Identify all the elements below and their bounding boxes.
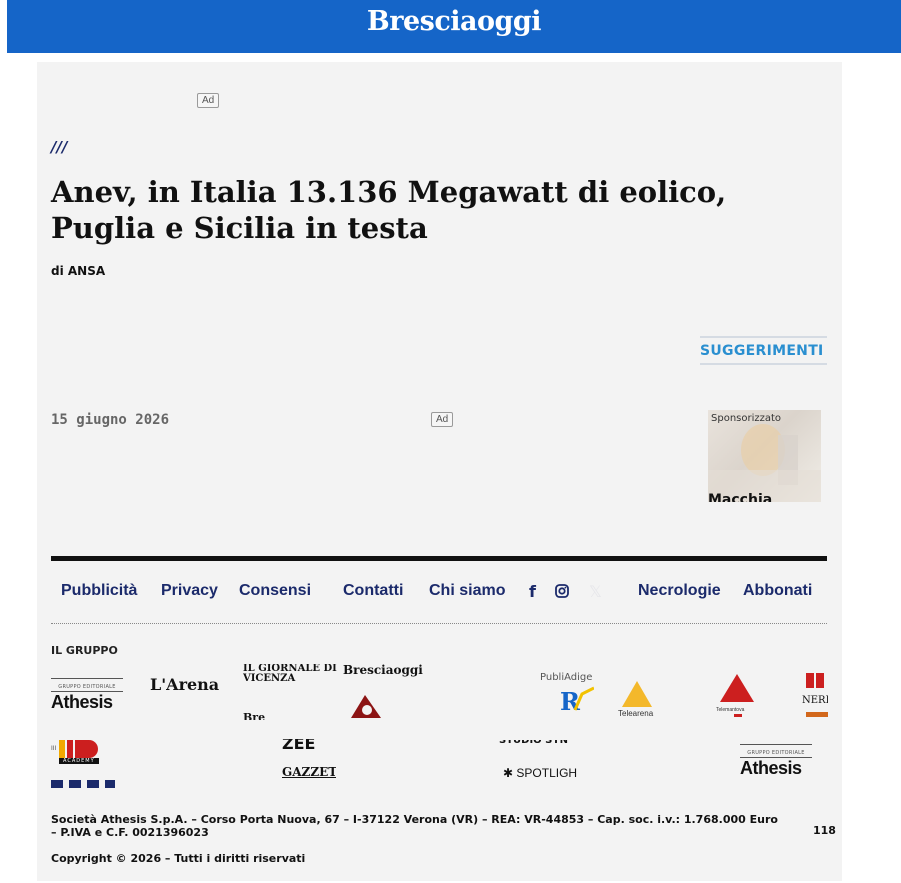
brand-academy-tag: ACADEMY [59, 758, 99, 764]
copyright: Copyright © 2026 – Tutti i diritti riser… [51, 852, 306, 865]
brand-telearena-text: Telearena [618, 709, 654, 717]
brand-neri-pozza-logo[interactable]: NERI PO [802, 671, 828, 717]
site-header: Bresciaoggi [7, 0, 901, 53]
page-content: Ad /// Anev, in Italia 13.136 Megawatt d… [37, 62, 842, 881]
brand-telearena-icon[interactable]: Telearena [618, 679, 658, 717]
article-date: 15 giugno 2026 [51, 412, 170, 428]
footer-link-necrologie[interactable]: Necrologie [638, 582, 721, 600]
instagram-icon[interactable] [555, 583, 569, 602]
sponsored-title[interactable]: Macchia [708, 492, 772, 502]
brand-spotlight-logo[interactable]: ✱ SPOTLIGH [503, 766, 577, 780]
brand-athesis-tag: GRUPPO EDITORIALE [58, 684, 116, 690]
brand-cropped-wordmark[interactable]: STUDIO SYN [499, 740, 571, 745]
brand-neri-pozza-name: NERI PO [802, 695, 828, 706]
brand-athesis-logo-2[interactable]: GRUPPO EDITORIALE Athesis [740, 744, 812, 779]
brand-athesis-name: Athesis [51, 692, 113, 712]
ad-badge[interactable]: Ad [197, 93, 220, 108]
brand-cropped-mark[interactable]: ZEE [282, 739, 332, 749]
brand-publiadige-name[interactable]: PubliAdige [540, 672, 592, 683]
brand-gazzetta-logo[interactable]: GAZZETT [282, 766, 336, 788]
spotlight-icon: ✱ [503, 766, 517, 780]
brand-cropped-logo[interactable]: Bre [243, 712, 318, 720]
brand-red-mark-icon[interactable] [349, 693, 385, 718]
brand-radio-verona-icon[interactable]: R [560, 686, 594, 718]
ad-badge-inline[interactable]: Ad [431, 412, 454, 427]
footer-link-consensi[interactable]: Consensi [239, 582, 311, 600]
brand-academy-logo[interactable]: III ACADEMY [51, 740, 111, 770]
footer-link-abbonati[interactable]: Abbonati [743, 582, 812, 600]
sponsored-label: Sponsorizzato [711, 413, 782, 424]
suggestions-heading: SUGGERIMENTI [700, 336, 827, 365]
brand-spotlight-name: SPOTLIGH [516, 766, 578, 780]
footer-dotted-divider [51, 623, 827, 624]
article-byline: di ANSA [51, 264, 106, 278]
brand-athesis-logo[interactable]: GRUPPO EDITORIALE Athesis [51, 678, 123, 713]
page-number: 118 [813, 824, 836, 837]
brand-giornale-vicenza-logo[interactable]: IL GIORNALE DI VICENZA [243, 664, 343, 692]
brand-telemantova-text: Telemantova [716, 707, 745, 713]
footer-nav: Pubblicità Privacy Consensi Contatti Chi… [51, 582, 827, 606]
sponsored-card[interactable]: Sponsorizzato Macchia [708, 410, 821, 502]
book-icon [806, 673, 824, 688]
footer-link-privacy[interactable]: Privacy [161, 582, 218, 600]
svg-text:III: III [51, 745, 57, 752]
brand-athesis2-tag: GRUPPO EDITORIALE [747, 750, 805, 756]
brand-telemantova-icon[interactable]: Telemantova [716, 672, 760, 717]
section-mark[interactable]: /// [51, 138, 67, 156]
site-logo[interactable]: Bresciaoggi [7, 6, 901, 37]
company-info: Società Athesis S.p.A. – Corso Porta Nuo… [51, 813, 778, 839]
footer-link-chi-siamo[interactable]: Chi siamo [429, 582, 505, 600]
article-title: Anev, in Italia 13.136 Megawatt di eolic… [51, 175, 727, 245]
footer-link-pubblicita[interactable]: Pubblicità [61, 582, 137, 600]
footer-divider [51, 556, 827, 561]
footer-link-contatti[interactable]: Contatti [343, 582, 403, 600]
gruppo-heading: IL GRUPPO [51, 644, 118, 657]
brand-larena-logo[interactable]: L'Arena [150, 675, 219, 694]
brand-athesis2-name: Athesis [740, 758, 802, 778]
brand-bresciaoggi-logo[interactable]: Bresciaoggi [343, 663, 433, 677]
brand-cropped-bottom-logo[interactable] [51, 780, 115, 788]
x-icon[interactable]: 𝕏 [589, 582, 602, 601]
facebook-icon[interactable]: f [529, 582, 536, 601]
